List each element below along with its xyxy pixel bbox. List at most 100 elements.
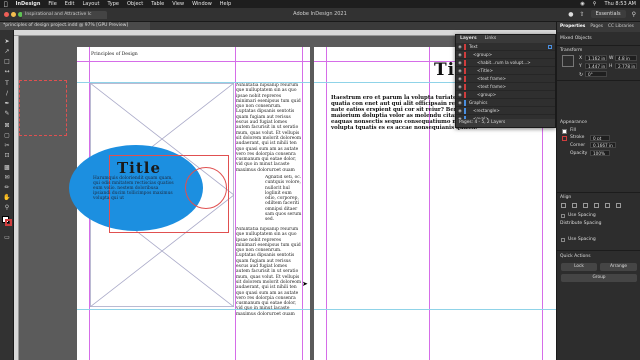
zoom-tool-icon[interactable]: ⚲: [3, 204, 11, 212]
reference-point-icon[interactable]: [562, 55, 574, 67]
hand-tool-icon[interactable]: ✋: [3, 194, 11, 202]
arrange-button[interactable]: Arrange: [600, 263, 637, 271]
stroke-weight-field[interactable]: 0 pt: [590, 135, 610, 141]
share-icon[interactable]: ⇧: [580, 11, 585, 18]
margin-guide: [429, 47, 430, 360]
eye-icon[interactable]: ◉: [456, 68, 464, 73]
eye-icon[interactable]: ◉: [456, 60, 464, 65]
free-transform-tool-icon[interactable]: ⊡: [3, 152, 11, 160]
direct-selection-tool-icon[interactable]: ↗: [3, 48, 11, 56]
tab-cc-libraries[interactable]: CC Libraries: [608, 24, 634, 30]
eyedropper-tool-icon[interactable]: ✏: [3, 184, 11, 192]
eye-icon[interactable]: ◉: [456, 76, 464, 81]
layer-row[interactable]: ◉ <text frame>: [456, 75, 555, 83]
workspace-switcher[interactable]: Essentials: [590, 10, 626, 18]
rotation-field[interactable]: 0°: [585, 71, 607, 77]
align-left-icon[interactable]: [561, 203, 566, 208]
align-top-icon[interactable]: [594, 203, 599, 208]
layer-row[interactable]: ◉ <Title>: [456, 67, 555, 75]
tab-pages[interactable]: Pages: [590, 24, 603, 30]
wrap-text-frame[interactable]: Agnatid seti, oc. cuntquis volore, nullo…: [265, 175, 302, 223]
margin-guide: [326, 47, 327, 360]
pencil-tool-icon[interactable]: ✎: [3, 110, 11, 118]
mouse-cursor-icon: ➤: [302, 280, 308, 288]
eye-icon[interactable]: ◉: [456, 108, 464, 113]
menu-table[interactable]: Table: [151, 1, 164, 7]
tab-layers[interactable]: Layers: [460, 36, 477, 42]
pen-tool-icon[interactable]: ✒: [3, 100, 11, 108]
stroke-swatch[interactable]: [5, 219, 12, 226]
opacity-field[interactable]: 100%: [590, 150, 610, 156]
layer-row[interactable]: ◉ <text frame>: [456, 83, 555, 91]
pasteboard-frame[interactable]: [19, 80, 67, 136]
x-field[interactable]: 1.162 in: [585, 55, 607, 61]
body-text-frame-top[interactable]: Nihilitatia nipsanip reiurum que nullupt…: [236, 83, 302, 171]
body-text-frame-bottom[interactable]: Nihilitatia nipsanip reiurum que nullupt…: [236, 227, 302, 315]
stroke-label: Stroke: [570, 135, 585, 140]
layer-row[interactable]: ◉ <habit...rum la volupt...>: [456, 59, 555, 67]
align-buttons[interactable]: [561, 203, 633, 209]
fill-label: Fill: [570, 128, 577, 133]
search-icon[interactable]: ⚲: [632, 11, 636, 18]
align-center-icon[interactable]: [572, 203, 577, 208]
lock-button[interactable]: Lock: [561, 263, 597, 271]
h-field[interactable]: 2.778 in: [615, 63, 637, 69]
y-label: Y: [579, 64, 582, 69]
layer-row[interactable]: ◉ <group>: [456, 91, 555, 99]
page-tool-icon[interactable]: □: [3, 58, 11, 66]
rectangle-frame-tool-icon[interactable]: ⊠: [3, 122, 11, 130]
use-spacing-checkbox-2[interactable]: [561, 238, 565, 242]
mac-menu-bar:  InDesign File Edit Layout Type Object …: [0, 0, 640, 8]
lightbulb-icon[interactable]: ●: [568, 11, 573, 18]
use-spacing-checkbox[interactable]: [561, 214, 565, 218]
y-field[interactable]: 1.447 in: [585, 63, 607, 69]
note-tool-icon[interactable]: ✉: [3, 174, 11, 182]
eye-icon[interactable]: ◉: [456, 84, 464, 89]
menu-type[interactable]: Type: [107, 1, 118, 7]
gap-tool-icon[interactable]: ↔: [3, 68, 11, 76]
ellipse-body-text[interactable]: Harumquis doloriendit quam quam, qui odi…: [93, 176, 177, 201]
align-bottom-icon[interactable]: [616, 203, 621, 208]
layer-row[interactable]: ◉ <rectangle>: [456, 107, 555, 115]
eye-icon[interactable]: ◉: [456, 44, 464, 49]
mixed-objects-label: Mixed Objects: [560, 36, 592, 41]
gradient-tool-icon[interactable]: ▩: [3, 164, 11, 172]
menu-object[interactable]: Object: [127, 1, 143, 7]
menu-app[interactable]: InDesign: [16, 1, 41, 7]
menu-file[interactable]: File: [48, 1, 56, 7]
tab-links[interactable]: Links: [485, 36, 497, 42]
menu-help[interactable]: Help: [220, 1, 231, 7]
apple-icon[interactable]: : [4, 1, 8, 8]
screen-mode-icon[interactable]: ▭: [3, 234, 11, 242]
corner-field[interactable]: 0.1667 in: [590, 142, 616, 148]
stroke-swatch-panel[interactable]: [562, 136, 567, 141]
tab-properties[interactable]: Properties: [560, 24, 585, 30]
scissors-tool-icon[interactable]: ✂: [3, 142, 11, 150]
fill-swatch[interactable]: [562, 129, 567, 134]
distribute-heading: Distribute Spacing: [560, 221, 602, 226]
layer-row[interactable]: ◉ Text: [456, 43, 555, 51]
menu-window[interactable]: Window: [192, 1, 212, 7]
wifi-icon[interactable]: ◉: [580, 1, 584, 7]
eye-icon[interactable]: ◉: [456, 92, 464, 97]
group-button[interactable]: Group: [561, 274, 637, 282]
menu-view[interactable]: View: [172, 1, 184, 7]
align-middle-icon[interactable]: [605, 203, 610, 208]
menubar-clock[interactable]: Thu 8:53 AM: [604, 1, 636, 7]
w-field[interactable]: 4.8 in: [615, 55, 637, 61]
eye-icon[interactable]: ◉: [456, 52, 464, 57]
toolbox: ➤ ↗ □ ↔ T ∕ ✒ ✎ ⊠ ▢ ✂ ⊡ ▩ ✉ ✏ ✋ ⚲ ▭: [0, 30, 14, 360]
align-right-icon[interactable]: [583, 203, 588, 208]
document-tab[interactable]: *principles of design project.indd @ 97%…: [0, 22, 150, 30]
eye-icon[interactable]: ◉: [456, 100, 464, 105]
type-tool-icon[interactable]: T: [3, 80, 11, 88]
layer-row[interactable]: ◉ <group>: [456, 51, 555, 59]
ellipse-title[interactable]: Title: [99, 159, 179, 177]
menu-layout[interactable]: Layout: [82, 1, 99, 7]
layer-row[interactable]: ◉ Graphics: [456, 99, 555, 107]
selection-tool-icon[interactable]: ➤: [3, 38, 11, 46]
rectangle-tool-icon[interactable]: ▢: [3, 132, 11, 140]
line-tool-icon[interactable]: ∕: [3, 90, 11, 98]
menu-edit[interactable]: Edit: [65, 1, 75, 7]
search-icon[interactable]: ⚲: [593, 1, 597, 7]
